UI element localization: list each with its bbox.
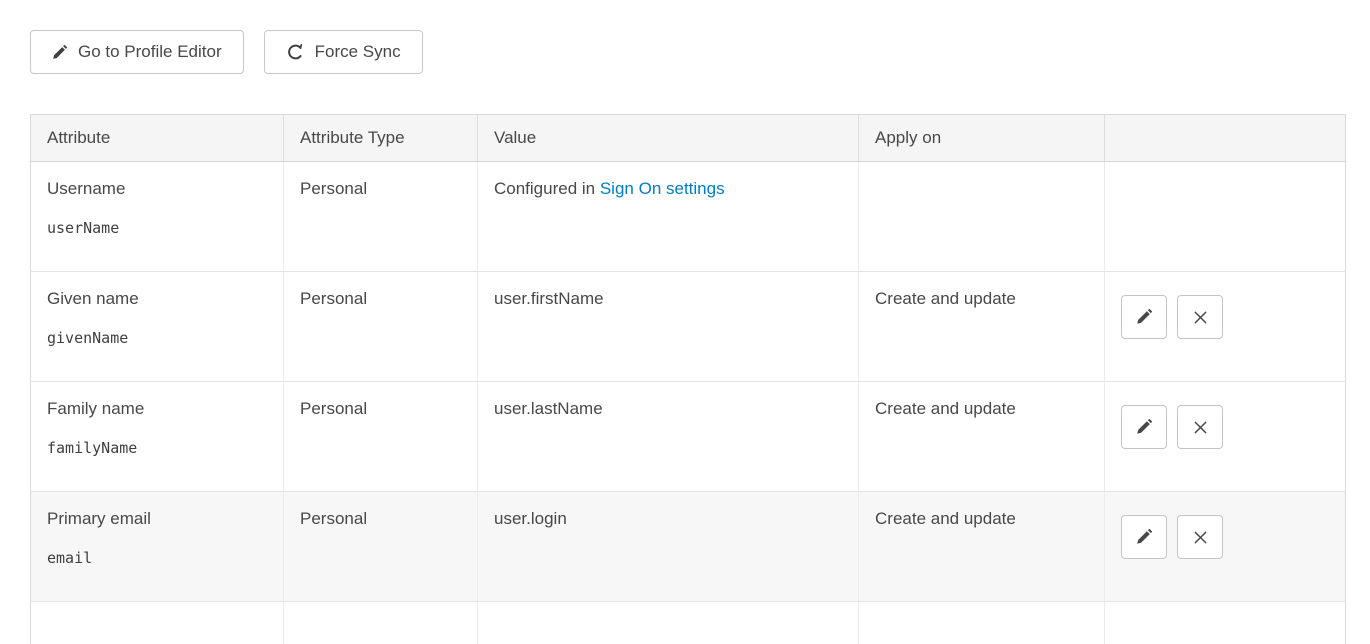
value-cell: Configured in Sign On settings (478, 162, 859, 272)
edit-attribute-button[interactable] (1121, 515, 1167, 559)
edit-attribute-button[interactable] (1121, 405, 1167, 449)
value-cell: user.lastName (478, 382, 859, 492)
actions-cell (1105, 162, 1346, 272)
apply-on-cell: Create and update (859, 382, 1105, 492)
attribute-variable-name: userName (47, 219, 267, 237)
go-to-profile-editor-button[interactable]: Go to Profile Editor (30, 30, 244, 74)
attribute-variable-name: email (47, 549, 267, 567)
attribute-variable-name: familyName (47, 439, 267, 457)
apply-on-cell (859, 162, 1105, 272)
actions-cell (1105, 382, 1346, 492)
actions-cell (1105, 602, 1346, 644)
edit-attribute-button[interactable] (1121, 295, 1167, 339)
column-header-attribute-type: Attribute Type (284, 115, 478, 162)
actions-cell (1105, 492, 1346, 602)
go-to-profile-editor-label: Go to Profile Editor (78, 42, 222, 62)
column-header-attribute: Attribute (31, 115, 284, 162)
attribute-cell: Family name familyName (31, 382, 284, 492)
attribute-type-cell: Personal (284, 382, 478, 492)
apply-on-cell: Create and update (859, 492, 1105, 602)
column-header-apply-on: Apply on (859, 115, 1105, 162)
table-row: Given name givenName Personal user.first… (31, 272, 1346, 382)
pencil-icon (1136, 419, 1152, 435)
close-icon (1193, 310, 1208, 325)
apply-on-cell: Create and update (859, 272, 1105, 382)
refresh-icon (286, 43, 304, 61)
toolbar: Go to Profile Editor Force Sync (30, 30, 1345, 74)
actions-cell (1105, 272, 1346, 382)
pencil-icon (52, 45, 67, 60)
apply-on-cell (859, 602, 1105, 644)
table-row-partial (31, 602, 1346, 644)
attribute-label: Given name (47, 289, 267, 309)
value-cell: user.firstName (478, 272, 859, 382)
close-icon (1193, 530, 1208, 545)
row-actions (1121, 399, 1329, 449)
table-row: Primary email email Personal user.login … (31, 492, 1346, 602)
remove-attribute-button[interactable] (1177, 405, 1223, 449)
table-row: Username userName Personal Configured in… (31, 162, 1346, 272)
column-header-value: Value (478, 115, 859, 162)
attribute-cell (31, 602, 284, 644)
value-cell (478, 602, 859, 644)
value-cell: user.login (478, 492, 859, 602)
force-sync-button[interactable]: Force Sync (264, 30, 423, 74)
attribute-label: Family name (47, 399, 267, 419)
table-header-row: Attribute Attribute Type Value Apply on (31, 115, 1346, 162)
attribute-type-cell: Personal (284, 162, 478, 272)
column-header-actions (1105, 115, 1346, 162)
attribute-cell: Username userName (31, 162, 284, 272)
pencil-icon (1136, 309, 1152, 325)
attribute-type-cell (284, 602, 478, 644)
attribute-label: Username (47, 179, 267, 199)
attribute-mappings-page: Go to Profile Editor Force Sync Attribut… (0, 0, 1370, 644)
attribute-type-cell: Personal (284, 272, 478, 382)
value-text: Configured in (494, 179, 600, 198)
row-actions (1121, 289, 1329, 339)
table-row: Family name familyName Personal user.las… (31, 382, 1346, 492)
attribute-type-cell: Personal (284, 492, 478, 602)
attribute-label: Primary email (47, 509, 267, 529)
attribute-variable-name: givenName (47, 329, 267, 347)
attribute-cell: Given name givenName (31, 272, 284, 382)
remove-attribute-button[interactable] (1177, 295, 1223, 339)
pencil-icon (1136, 529, 1152, 545)
attribute-cell: Primary email email (31, 492, 284, 602)
remove-attribute-button[interactable] (1177, 515, 1223, 559)
sign-on-settings-link[interactable]: Sign On settings (600, 179, 725, 198)
row-actions (1121, 509, 1329, 559)
close-icon (1193, 420, 1208, 435)
force-sync-label: Force Sync (315, 42, 401, 62)
attribute-mappings-table: Attribute Attribute Type Value Apply on … (30, 114, 1346, 644)
